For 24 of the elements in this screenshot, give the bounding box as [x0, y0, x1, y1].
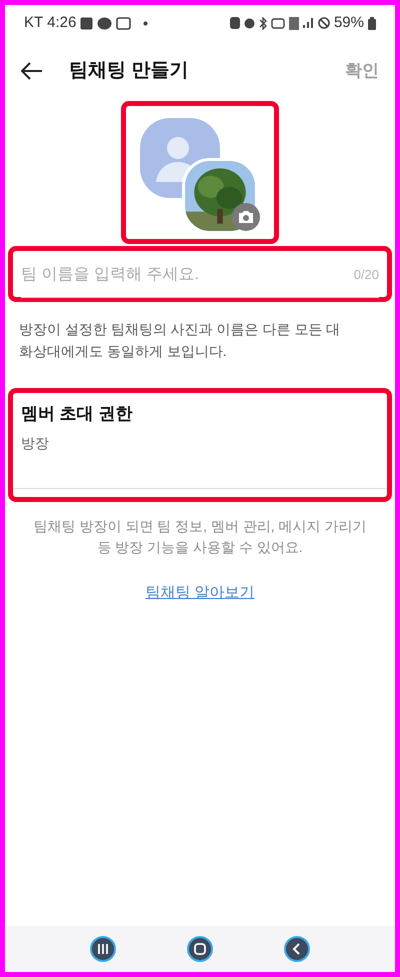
back-arrow-icon[interactable]	[21, 62, 43, 80]
carrier-label: KT	[24, 12, 44, 33]
signal-icon	[302, 18, 314, 28]
learn-more-link[interactable]: 팀채팅 알아보기	[145, 582, 255, 604]
page-title: 팀채팅 만들기	[69, 58, 188, 83]
home-icon[interactable]	[186, 936, 213, 962]
invite-permission-value: 방장	[21, 434, 50, 452]
status-time: 4:26	[47, 12, 76, 33]
camera-icon[interactable]	[232, 202, 260, 230]
invite-permission-row[interactable]: 멤버 초대 권한 방장	[13, 401, 387, 489]
dot-icon	[143, 20, 148, 26]
do-not-disturb-icon	[318, 17, 330, 29]
invite-permission-label: 멤버 초대 권한	[21, 403, 134, 425]
chat-bubble-icon	[97, 16, 112, 30]
team-name-input[interactable]: 팀 이름을 입력해 주세요.	[21, 263, 354, 287]
team-name-field[interactable]: 팀 이름을 입력해 주세요. 0/20	[21, 263, 379, 298]
battery-percent: 59%	[334, 12, 364, 33]
owner-info-text: 팀채팅 방장이 되면 팀 정보, 멤버 관리, 메시지 가리기 등 방장 기능을 사용할 수 있어요.	[32, 517, 368, 557]
battery-icon	[368, 16, 376, 30]
bluetooth-icon	[258, 16, 267, 30]
character-counter: 0/20	[354, 266, 379, 284]
back-icon[interactable]	[284, 936, 310, 962]
recent-apps-icon[interactable]	[90, 936, 116, 962]
name-help-text: 방장이 설정한 팀채팅의 사진과 이름은 다른 모든 대화상대에게도 동일하게 보입니다.	[18, 320, 342, 361]
